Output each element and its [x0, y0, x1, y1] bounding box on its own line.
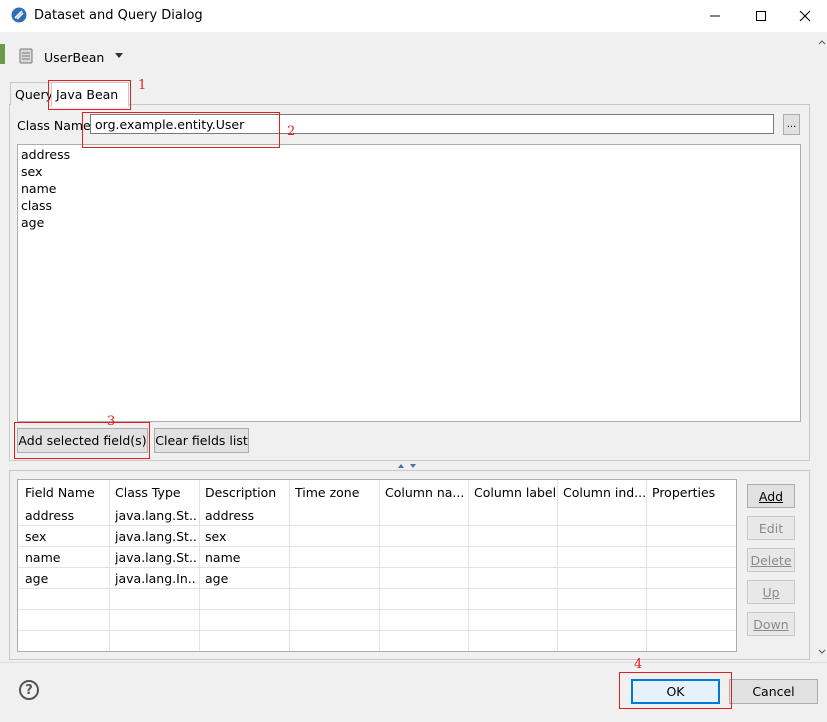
table-cell[interactable]: java.lang.St... [115, 529, 197, 544]
list-item[interactable]: name [21, 181, 56, 196]
class-name-label: Class Name [17, 118, 91, 133]
annotation-number: 3 [107, 414, 116, 429]
list-item[interactable]: address [21, 147, 70, 162]
annotation-number: 1 [138, 78, 147, 93]
scrollbar[interactable] [817, 38, 827, 658]
table-cell[interactable]: name [25, 550, 60, 565]
table-cell[interactable]: sex [25, 529, 46, 544]
minimize-button[interactable] [692, 0, 738, 32]
table-cell[interactable]: address [25, 508, 74, 523]
output-columns-table[interactable]: Field Name Class Type Description Time z… [17, 479, 737, 652]
list-item[interactable]: class [21, 198, 52, 213]
minimize-icon [710, 15, 720, 17]
footer-divider [0, 662, 827, 663]
table-cell[interactable]: age [25, 571, 48, 586]
column-header[interactable]: Column ind... [563, 485, 646, 500]
chevron-down-icon[interactable] [115, 53, 123, 58]
close-icon [799, 10, 811, 22]
up-button[interactable]: Up [747, 580, 795, 604]
column-header[interactable]: Column label [474, 485, 556, 500]
class-name-input[interactable]: org.example.entity.User [90, 114, 774, 134]
annotation-number: 2 [287, 124, 296, 139]
ok-button[interactable]: OK [631, 679, 720, 704]
table-cell[interactable]: age [205, 571, 228, 586]
column-header[interactable]: Time zone [295, 485, 359, 500]
list-item[interactable]: age [21, 215, 44, 230]
table-cell[interactable]: name [205, 550, 240, 565]
annotation-number: 4 [634, 657, 643, 672]
down-button[interactable]: Down [747, 612, 795, 636]
column-header[interactable]: Field Name [25, 485, 95, 500]
table-cell[interactable]: java.lang.St... [115, 508, 197, 523]
add-button[interactable]: Add [747, 484, 795, 508]
maximize-icon [756, 11, 766, 21]
column-header[interactable]: Description [205, 485, 276, 500]
add-selected-fields-button[interactable]: Add selected field(s) [17, 428, 148, 453]
sash-arrows-icon[interactable] [396, 462, 422, 470]
dataset-selector[interactable]: UserBean [44, 50, 104, 65]
column-header[interactable]: Column na... [385, 485, 464, 500]
edit-button[interactable]: Edit [747, 516, 795, 540]
list-item[interactable]: sex [21, 164, 42, 179]
browse-button[interactable]: ... [783, 114, 800, 135]
dataset-icon [19, 48, 33, 64]
column-header[interactable]: Properties [652, 485, 715, 500]
table-cell[interactable]: sex [205, 529, 226, 544]
table-cell[interactable]: java.lang.In... [115, 571, 197, 586]
field-list[interactable]: address sex name class age [17, 144, 801, 422]
clear-fields-list-button[interactable]: Clear fields list [154, 428, 249, 453]
app-icon [11, 7, 27, 23]
cancel-button[interactable]: Cancel [729, 679, 818, 704]
table-cell[interactable]: java.lang.St... [115, 550, 197, 565]
help-icon[interactable]: ? [19, 680, 39, 700]
delete-button[interactable]: Delete [747, 548, 795, 572]
tab-java-bean[interactable]: Java Bean [51, 82, 129, 107]
table-cell[interactable]: address [205, 508, 254, 523]
window-title: Dataset and Query Dialog [34, 8, 203, 23]
scroll-arrows-icon [818, 40, 826, 654]
maximize-button[interactable] [738, 0, 784, 32]
window-edge-decoration [0, 44, 5, 64]
column-header[interactable]: Class Type [115, 485, 181, 500]
close-button[interactable] [783, 0, 827, 32]
